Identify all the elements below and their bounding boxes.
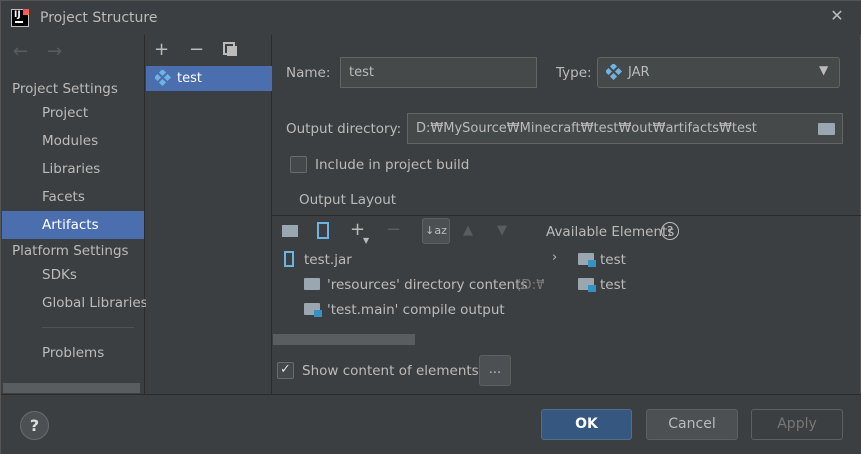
remove-artifact-icon[interactable]: − [189, 39, 204, 60]
output-directory-value: D:₩MySource₩Minecraft₩test₩out₩artifacts… [416, 121, 757, 136]
help-circle-icon[interactable]: ? [661, 222, 679, 240]
title-bar: IJ Project Structure ✕ [1, 1, 861, 35]
type-label: Type: [556, 65, 592, 81]
name-input-value: test [349, 65, 374, 80]
jar-file-icon [284, 251, 294, 267]
cancel-button[interactable]: Cancel [646, 409, 738, 440]
module-badge-icon [588, 260, 596, 267]
arrow-left-icon[interactable]: ← [13, 41, 28, 62]
sidebar-item-project[interactable]: Project [42, 105, 88, 121]
sidebar-item-facets[interactable]: Facets [42, 189, 85, 205]
tab-output-layout[interactable]: Output Layout [299, 192, 396, 208]
module-badge-icon [314, 310, 322, 317]
layout-tree-item[interactable]: test.jar [304, 252, 352, 268]
apply-button[interactable]: Apply [751, 409, 843, 440]
name-label: Name: [286, 65, 331, 81]
close-icon[interactable]: ✕ [827, 6, 847, 26]
window-title: Project Structure [40, 10, 158, 26]
artifact-list-item[interactable]: test [177, 71, 202, 86]
sidebar-item-problems[interactable]: Problems [42, 345, 104, 361]
create-archive-icon[interactable] [317, 222, 329, 239]
chevron-right-icon[interactable]: › [552, 250, 557, 265]
output-directory-input[interactable]: D:₩MySource₩Minecraft₩test₩out₩artifacts… [407, 113, 843, 144]
sidebar-section-platform-settings: Platform Settings [12, 243, 129, 259]
ok-button[interactable]: OK [541, 409, 632, 440]
sort-icon[interactable]: ↓az [422, 218, 450, 244]
copy-artifact-icon[interactable] [223, 42, 237, 56]
sidebar-section-project-settings: Project Settings [12, 81, 118, 97]
output-directory-label: Output directory: [286, 121, 402, 137]
intellij-app-icon: IJ [11, 9, 29, 27]
jar-artifact-icon [153, 68, 172, 87]
show-content-checkbox[interactable]: ✓ [277, 362, 294, 379]
layout-tree-item[interactable]: 'test.main' compile output [327, 302, 505, 318]
create-directory-icon[interactable] [282, 225, 298, 237]
help-button[interactable]: ? [20, 411, 49, 440]
sidebar-item-modules[interactable]: Modules [42, 133, 98, 149]
layout-tree-item-path: (D:₩ [516, 277, 544, 293]
add-artifact-icon[interactable]: + [154, 39, 169, 60]
sidebar-divider [42, 327, 134, 328]
type-select-value: JAR [628, 65, 650, 80]
available-item[interactable]: test [600, 277, 626, 293]
folder-browse-icon[interactable] [818, 123, 835, 135]
chevron-down-icon: ▼ [819, 63, 829, 77]
module-badge-icon [588, 285, 596, 292]
layout-tree-scrollbar[interactable] [273, 334, 415, 345]
sidebar-item-sdks[interactable]: SDKs [42, 267, 77, 283]
sidebar-item-artifacts[interactable]: Artifacts [42, 217, 99, 233]
show-content-more-button[interactable]: ... [479, 355, 511, 386]
jar-type-icon [604, 62, 623, 81]
project-structure-dialog: IJ Project Structure ✕ ← → Project Setti… [0, 0, 861, 454]
include-in-build-label: Include in project build [315, 157, 470, 173]
sidebar-scrollbar[interactable] [3, 383, 140, 393]
add-dropdown-icon: ▼ [363, 236, 370, 245]
name-input[interactable]: test [340, 57, 537, 88]
sidebar-item-libraries[interactable]: Libraries [42, 161, 100, 177]
sidebar-item-global-libraries[interactable]: Global Libraries [42, 295, 148, 311]
type-select[interactable]: JAR ▼ [597, 57, 840, 88]
folder-icon [304, 278, 320, 290]
include-in-build-checkbox[interactable] [290, 156, 307, 173]
available-item[interactable]: test [600, 252, 626, 268]
move-down-icon: ▼ [497, 223, 507, 238]
layout-tree-item[interactable]: 'resources' directory contents [327, 277, 528, 293]
show-content-label: Show content of elements [302, 363, 479, 379]
arrow-right-icon[interactable]: → [47, 41, 62, 62]
available-elements-title: Available Elements [546, 224, 675, 240]
remove-element-icon: − [386, 219, 402, 240]
move-up-icon: ▲ [463, 223, 473, 238]
